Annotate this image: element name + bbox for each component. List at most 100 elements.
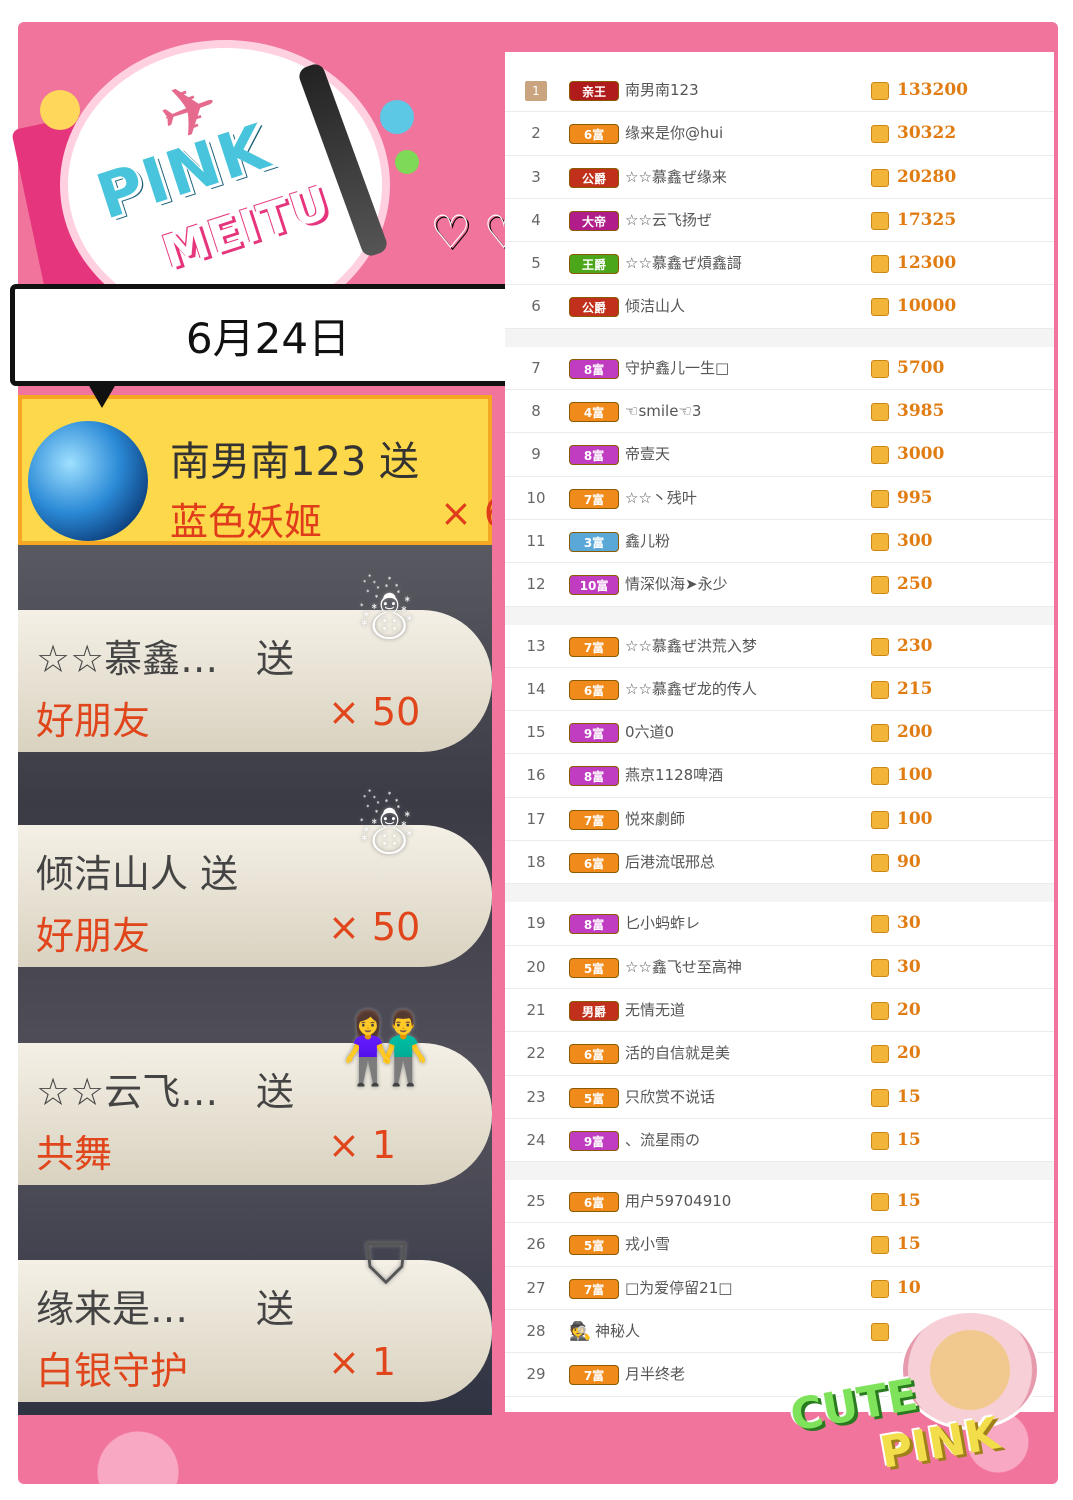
ranking-row[interactable]: 14 6富 ☆☆慕鑫ぜ龙的传人 215 — [505, 668, 1054, 712]
contribution-score: 20 — [897, 1043, 921, 1064]
user-name[interactable]: 无情无道 — [625, 989, 685, 1032]
user-name[interactable]: 燕京1128啤酒 — [625, 754, 723, 797]
level-badge: 6富 — [569, 1192, 619, 1213]
user-name[interactable]: 后港流氓邢总 — [625, 841, 715, 884]
user-name[interactable]: □为爱停留21□ — [625, 1267, 732, 1310]
rank-number: 18 — [526, 853, 546, 872]
level-badge: 6富 — [569, 1044, 619, 1065]
gift-name: 白银守护 — [36, 1349, 189, 1393]
ranking-row[interactable]: 1 亲王 南男南123 133200 — [505, 69, 1054, 113]
group-separator — [505, 884, 1054, 903]
rank-number: 29 — [526, 1365, 546, 1384]
ranking-row[interactable]: 15 9富 0六道0 200 — [505, 711, 1054, 755]
ranking-row[interactable]: 13 7富 ☆☆慕鑫ぜ洪荒入梦 230 — [505, 625, 1054, 668]
ranking-row[interactable]: 7 8富 守护鑫儿一生□ 5700 — [505, 347, 1054, 391]
dot-decoration — [380, 100, 414, 134]
user-name[interactable]: ☆☆慕鑫ぜ洪荒入梦 — [625, 625, 757, 668]
ranking-row[interactable]: 26 5富 戎小雪 15 — [505, 1223, 1054, 1267]
ranking-row[interactable]: 8 4富 ☜smile☜3 3985 — [505, 390, 1054, 434]
ranking-row[interactable]: 23 5富 只欣赏不说话 15 — [505, 1076, 1054, 1119]
ranking-row[interactable]: 21 男爵 无情无道 20 — [505, 989, 1054, 1033]
ranking-row[interactable]: 5 王爵 ☆☆慕鑫ぜ熕鑫謌 12300 — [505, 242, 1054, 286]
ranking-row[interactable]: 2 6富 缘来是你@hui 30322 — [505, 112, 1054, 156]
user-name[interactable]: 戎小雪 — [625, 1223, 670, 1266]
user-name[interactable]: 、流星雨の — [625, 1119, 700, 1162]
ranking-row[interactable]: 12 10富 情深似海➤永少 250 — [505, 563, 1054, 607]
ranking-group: 7 8富 守护鑫儿一生□ 5700 8 4富 ☜smile☜3 3985 9 8富 帝壹天 3000 1… — [505, 347, 1054, 607]
user-name[interactable]: ☆☆慕鑫ぜ龙的传人 — [625, 668, 757, 711]
user-name[interactable]: ☆☆慕鑫ぜ缘来 — [625, 156, 727, 199]
gift-feed-item: ☃ 倾洁山人 送 好朋友 × 50 — [18, 789, 492, 967]
gift-quantity: × 50 — [328, 690, 421, 734]
user-name[interactable]: 南男南123 — [625, 69, 699, 112]
contribution-score: 30 — [897, 913, 921, 934]
user-name[interactable]: 用户59704910 — [625, 1180, 731, 1223]
coin-icon — [871, 1279, 889, 1298]
ranking-row[interactable]: 10 7富 ☆☆丶残叶 995 — [505, 477, 1054, 520]
contribution-score: 15 — [897, 1191, 921, 1212]
ranking-row[interactable]: 17 7富 悦來劇師 100 — [505, 798, 1054, 842]
user-name[interactable]: ☆☆云飞扬ぜ — [625, 199, 712, 242]
contribution-score: 5700 — [897, 357, 945, 378]
user-name[interactable]: 帝壹天 — [625, 433, 670, 476]
user-name[interactable]: 匕小蚂蚱レ — [625, 902, 700, 945]
user-name[interactable]: 0六道0 — [625, 711, 674, 754]
user-name[interactable]: 缘来是你@hui — [625, 112, 723, 155]
contribution-score: 10 — [897, 1277, 921, 1298]
user-name[interactable]: ☜smile☜3 — [625, 390, 701, 433]
contribution-score: 10000 — [897, 296, 957, 317]
contribution-score: 100 — [897, 765, 933, 786]
ranking-group: 13 7富 ☆☆慕鑫ぜ洪荒入梦 230 14 6富 ☆☆慕鑫ぜ龙的传人 215 15 9富 0六道0… — [505, 625, 1054, 885]
ranking-row[interactable]: 9 8富 帝壹天 3000 — [505, 433, 1054, 477]
user-name[interactable]: ☆☆丶残叶 — [625, 477, 697, 520]
user-name[interactable]: 倾洁山人 — [625, 285, 685, 328]
ranking-row[interactable]: 27 7富 □为爱停留21□ 10 — [505, 1267, 1054, 1311]
coin-icon — [871, 958, 889, 977]
gift-feed-item: 👫 ☆☆云飞… 送 共舞 × 1 — [18, 1007, 492, 1185]
gift-name: 好朋友 — [36, 699, 151, 743]
ranking-row[interactable]: 4 大帝 ☆☆云飞扬ぜ 17325 — [505, 199, 1054, 243]
user-name[interactable]: 只欣赏不说话 — [625, 1076, 715, 1119]
ranking-row[interactable]: 11 3富 鑫儿粉 300 — [505, 520, 1054, 564]
ranking-row[interactable]: 19 8富 匕小蚂蚱レ 30 — [505, 902, 1054, 946]
ranking-row[interactable]: 6 公爵 倾洁山人 10000 — [505, 285, 1054, 329]
coin-icon — [871, 1001, 889, 1020]
user-name[interactable]: ☆☆慕鑫ぜ熕鑫謌 — [625, 242, 742, 285]
ranking-row[interactable]: 18 6富 后港流氓邢总 90 — [505, 841, 1054, 885]
contribution-score: 20280 — [897, 166, 957, 187]
user-name[interactable]: 守护鑫儿一生□ — [625, 347, 729, 390]
group-separator — [505, 606, 1054, 625]
level-badge: 10富 — [569, 575, 619, 596]
rank-number: 21 — [526, 1000, 546, 1019]
coin-icon — [871, 637, 889, 656]
coin-icon — [871, 576, 889, 595]
ranking-row[interactable]: 24 9富 、流星雨の 15 — [505, 1119, 1054, 1163]
user-name[interactable]: 活的自信就是美 — [625, 1032, 730, 1075]
coin-icon — [871, 1045, 889, 1064]
user-name[interactable]: 情深似海➤永少 — [625, 563, 728, 606]
user-name[interactable]: ☆☆鑫飞せ至高神 — [625, 946, 742, 989]
user-name[interactable]: 神秘人 — [595, 1310, 640, 1353]
user-name[interactable]: 鑫儿粉 — [625, 520, 670, 563]
rank-number: 16 — [526, 766, 546, 785]
ranking-row[interactable]: 25 6富 用户59704910 15 — [505, 1180, 1054, 1224]
rank-number: 9 — [531, 445, 541, 464]
ranking-row[interactable]: 16 8富 燕京1128啤酒 100 — [505, 754, 1054, 798]
gift-feed: 南男南123 送 蓝色妖姬 × 6 ☃ ☆☆慕鑫… 送 好朋友 × 50 ☃ 倾… — [18, 395, 492, 1415]
rank-number: 24 — [526, 1130, 546, 1149]
level-badge: 8富 — [569, 445, 619, 466]
rank-number: 17 — [526, 809, 546, 828]
rank-number: 14 — [526, 679, 546, 698]
ranking-row[interactable]: 3 公爵 ☆☆慕鑫ぜ缘来 20280 — [505, 156, 1054, 199]
level-badge: 4富 — [569, 402, 619, 423]
contribution-score: 215 — [897, 678, 933, 699]
level-badge: 5富 — [569, 1235, 619, 1256]
contribution-score: 90 — [897, 852, 921, 873]
user-name[interactable]: 月半终老 — [625, 1353, 685, 1396]
ranking-row[interactable]: 22 6富 活的自信就是美 20 — [505, 1032, 1054, 1076]
ranking-row[interactable]: 20 5富 ☆☆鑫飞せ至高神 30 — [505, 946, 1054, 989]
user-name[interactable]: 悦來劇師 — [625, 798, 685, 841]
coin-icon — [871, 767, 889, 786]
gift-feed-item: ☃ ☆☆慕鑫… 送 好朋友 × 50 — [18, 574, 492, 752]
rank-number: 11 — [526, 531, 546, 550]
